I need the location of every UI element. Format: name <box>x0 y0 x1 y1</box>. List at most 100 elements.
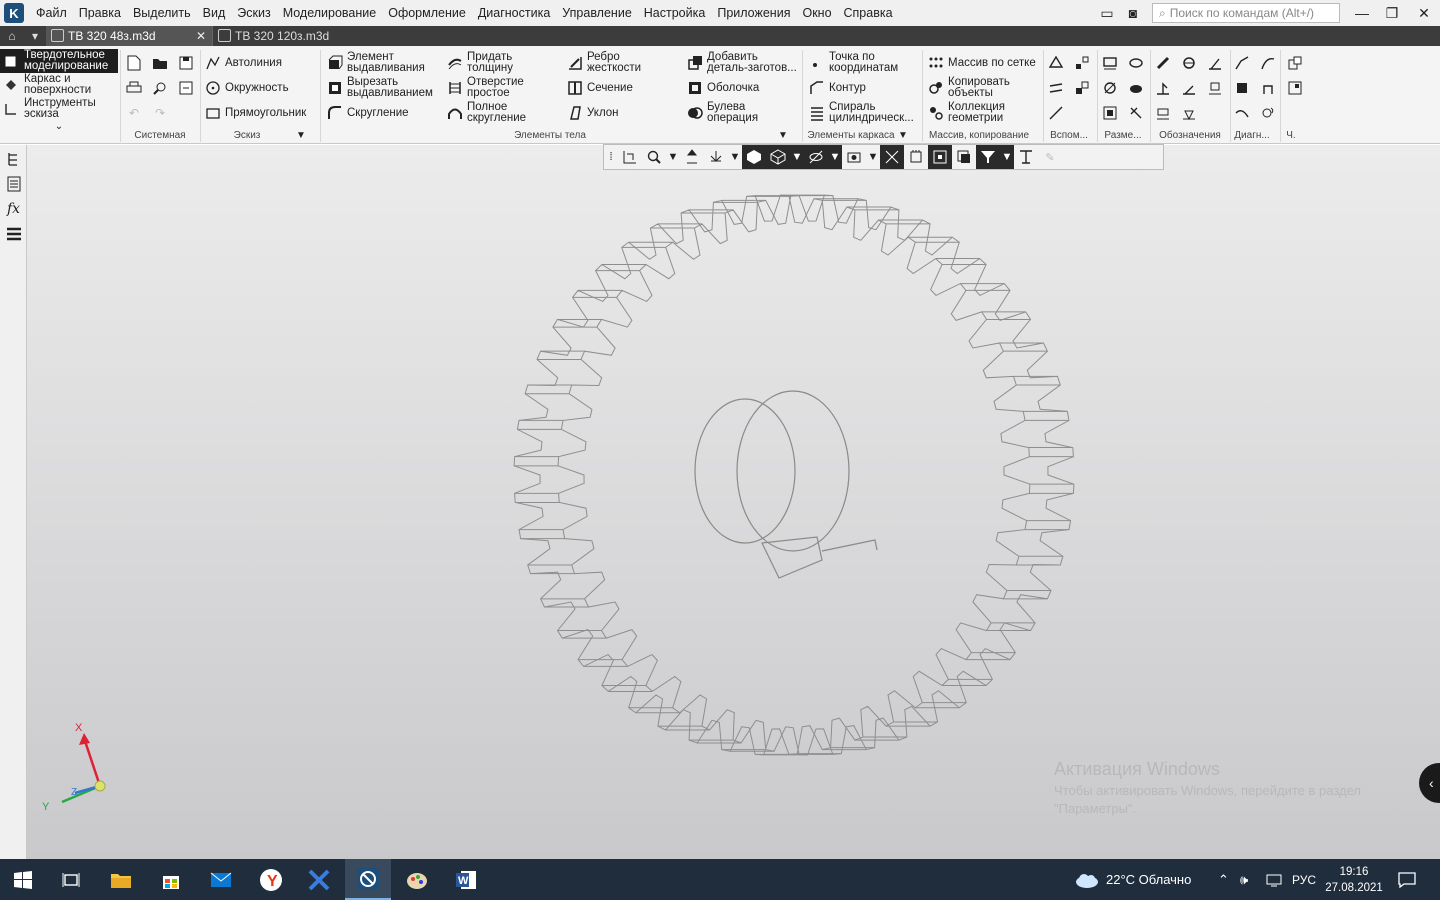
perspective-dropdown-icon[interactable]: ▼ <box>866 145 880 169</box>
display-dropdown-icon[interactable]: ▼ <box>790 145 804 169</box>
diag-measure-icon[interactable] <box>1232 103 1252 123</box>
aux-line-icon[interactable] <box>1046 103 1066 123</box>
model-viewport[interactable]: X Y Z Активация Windows Чтобы активирова… <box>27 145 1440 859</box>
hide-icon[interactable] <box>804 145 828 169</box>
add-blank-button[interactable]: Добавить деталь-заготов... <box>686 51 797 75</box>
kompas-taskbar-icon[interactable] <box>345 859 391 900</box>
diag-curvature-icon[interactable] <box>1258 53 1278 73</box>
autoline-button[interactable]: Автолиния <box>204 51 282 75</box>
file-explorer-icon[interactable] <box>98 859 144 900</box>
leader-icon[interactable] <box>1153 53 1173 73</box>
start-windows-icon[interactable] <box>0 859 46 900</box>
auto-dimension-icon[interactable] <box>1100 103 1120 123</box>
thicken-button[interactable]: Придать толщину <box>446 51 513 75</box>
tray-chevron-icon[interactable]: ⌃ <box>1218 859 1229 900</box>
mode-wireframe-surfaces[interactable]: Каркас и поверхности <box>0 73 118 97</box>
frame-dropdown-icon[interactable]: ▼ <box>898 130 908 141</box>
full-fillet-button[interactable]: Полное скругление <box>446 101 526 125</box>
save-icon[interactable] <box>176 53 196 73</box>
perspective-icon[interactable] <box>842 145 866 169</box>
expand-chevron-icon[interactable]: ⌄ <box>0 121 118 133</box>
diag-solid-icon[interactable] <box>1232 78 1252 98</box>
extrude-button[interactable]: Элемент выдавливания <box>326 51 425 75</box>
layers-icon[interactable] <box>5 225 22 242</box>
home-icon[interactable]: ⌂ <box>0 26 24 46</box>
redo-icon[interactable]: ↷ <box>150 103 170 123</box>
linear-dimension-icon[interactable] <box>1100 53 1120 73</box>
copy-objects-button[interactable]: Копировать объекты <box>927 76 1010 100</box>
cut-extrude-button[interactable]: Вырезать выдавливанием <box>326 76 433 100</box>
close-window-button[interactable]: ✕ <box>1409 0 1439 26</box>
zoom-dropdown-icon[interactable]: ▼ <box>666 145 680 169</box>
properties-icon[interactable] <box>5 175 22 192</box>
x-app-icon[interactable] <box>296 859 342 900</box>
open-folder-icon[interactable] <box>150 53 170 73</box>
roughness-icon[interactable] <box>1205 53 1225 73</box>
tab-document-48[interactable]: ТВ 320 48з.m3d ✕ <box>46 26 212 46</box>
rib-button[interactable]: Ребро жесткости <box>566 51 641 75</box>
tab-dropdown-icon[interactable]: ▾ <box>24 26 46 46</box>
aux-plane-icon[interactable] <box>1046 53 1066 73</box>
command-search-input[interactable]: ⌕ Поиск по командам (Alt+/) <box>1152 3 1340 23</box>
shell-button[interactable]: Оболочка <box>686 76 759 100</box>
menu-design[interactable]: Оформление <box>382 0 472 26</box>
store-icon[interactable] <box>148 859 194 900</box>
circle-button[interactable]: Окружность <box>204 76 289 100</box>
section-view-icon[interactable] <box>880 145 904 169</box>
menu-window[interactable]: Окно <box>796 0 837 26</box>
radius-dimension-icon[interactable] <box>1126 78 1146 98</box>
menu-control[interactable]: Управление <box>556 0 638 26</box>
menu-apps[interactable]: Приложения <box>711 0 796 26</box>
orientation-icon[interactable] <box>618 145 642 169</box>
measure-icon[interactable] <box>1014 145 1038 169</box>
new-document-icon[interactable] <box>124 53 144 73</box>
menu-sketch[interactable]: Эскиз <box>231 0 276 26</box>
variables-fx-icon[interactable]: fx <box>5 200 22 217</box>
snap-icon[interactable] <box>928 145 952 169</box>
task-view-icon[interactable] <box>48 859 94 900</box>
diag-mass-icon[interactable] <box>1258 78 1278 98</box>
drawing-create-icon[interactable] <box>1285 78 1305 98</box>
sketch-dropdown-icon[interactable]: ▼ <box>296 130 306 141</box>
volume-icon[interactable]: 🕪 <box>1240 859 1248 900</box>
section-button[interactable]: Сечение <box>566 76 633 100</box>
menu-edit[interactable]: Правка <box>73 0 127 26</box>
menu-modeling[interactable]: Моделирование <box>277 0 383 26</box>
word-icon[interactable]: W <box>443 859 489 900</box>
paint-icon[interactable] <box>394 859 440 900</box>
rotate-dropdown-icon[interactable]: ▼ <box>728 145 742 169</box>
menu-diagnostics[interactable]: Диагностика <box>472 0 556 26</box>
close-tab-icon[interactable]: ✕ <box>196 26 206 46</box>
boolean-button[interactable]: Булева операция <box>686 101 758 125</box>
draft-button[interactable]: Уклон <box>566 101 619 125</box>
weld-icon[interactable] <box>1153 103 1173 123</box>
menu-view[interactable]: Вид <box>197 0 232 26</box>
mode-sketch-tools[interactable]: Инструменты эскиза <box>0 97 118 121</box>
weather-widget[interactable]: 22°C Облачно <box>1074 859 1191 900</box>
layers-filter-icon[interactable] <box>904 145 928 169</box>
select-filter-icon[interactable] <box>952 145 976 169</box>
body-dropdown-icon[interactable]: ▼ <box>778 130 788 141</box>
rotate-icon[interactable] <box>704 145 728 169</box>
kompas-logo-icon[interactable]: K <box>4 3 24 23</box>
drawing-view-icon[interactable] <box>1285 53 1305 73</box>
undo-icon[interactable]: ↶ <box>124 103 144 123</box>
aux-offset-icon[interactable] <box>1046 78 1066 98</box>
hide-dropdown-icon[interactable]: ▼ <box>828 145 842 169</box>
cut-line-icon[interactable] <box>1179 103 1199 123</box>
maximize-button[interactable]: ❐ <box>1377 0 1407 26</box>
shaded-cube-icon[interactable] <box>742 145 766 169</box>
menu-file[interactable]: Файл <box>30 0 73 26</box>
point-coords-button[interactable]: Точка по координатам <box>808 51 898 75</box>
model-tree-icon[interactable] <box>5 150 22 167</box>
camera-icon[interactable]: ◙ <box>1118 0 1148 26</box>
preview-icon[interactable] <box>150 78 170 98</box>
yandex-browser-icon[interactable]: Y <box>248 859 294 900</box>
save-all-icon[interactable] <box>176 78 196 98</box>
angle-dimension-icon[interactable] <box>1100 78 1120 98</box>
language-indicator[interactable]: РУС <box>1292 859 1316 900</box>
aux-lcs-icon[interactable] <box>1072 78 1092 98</box>
pen-icon[interactable]: ✎ <box>1038 145 1062 169</box>
wireframe-cube-icon[interactable] <box>766 145 790 169</box>
menu-select[interactable]: Выделить <box>127 0 197 26</box>
